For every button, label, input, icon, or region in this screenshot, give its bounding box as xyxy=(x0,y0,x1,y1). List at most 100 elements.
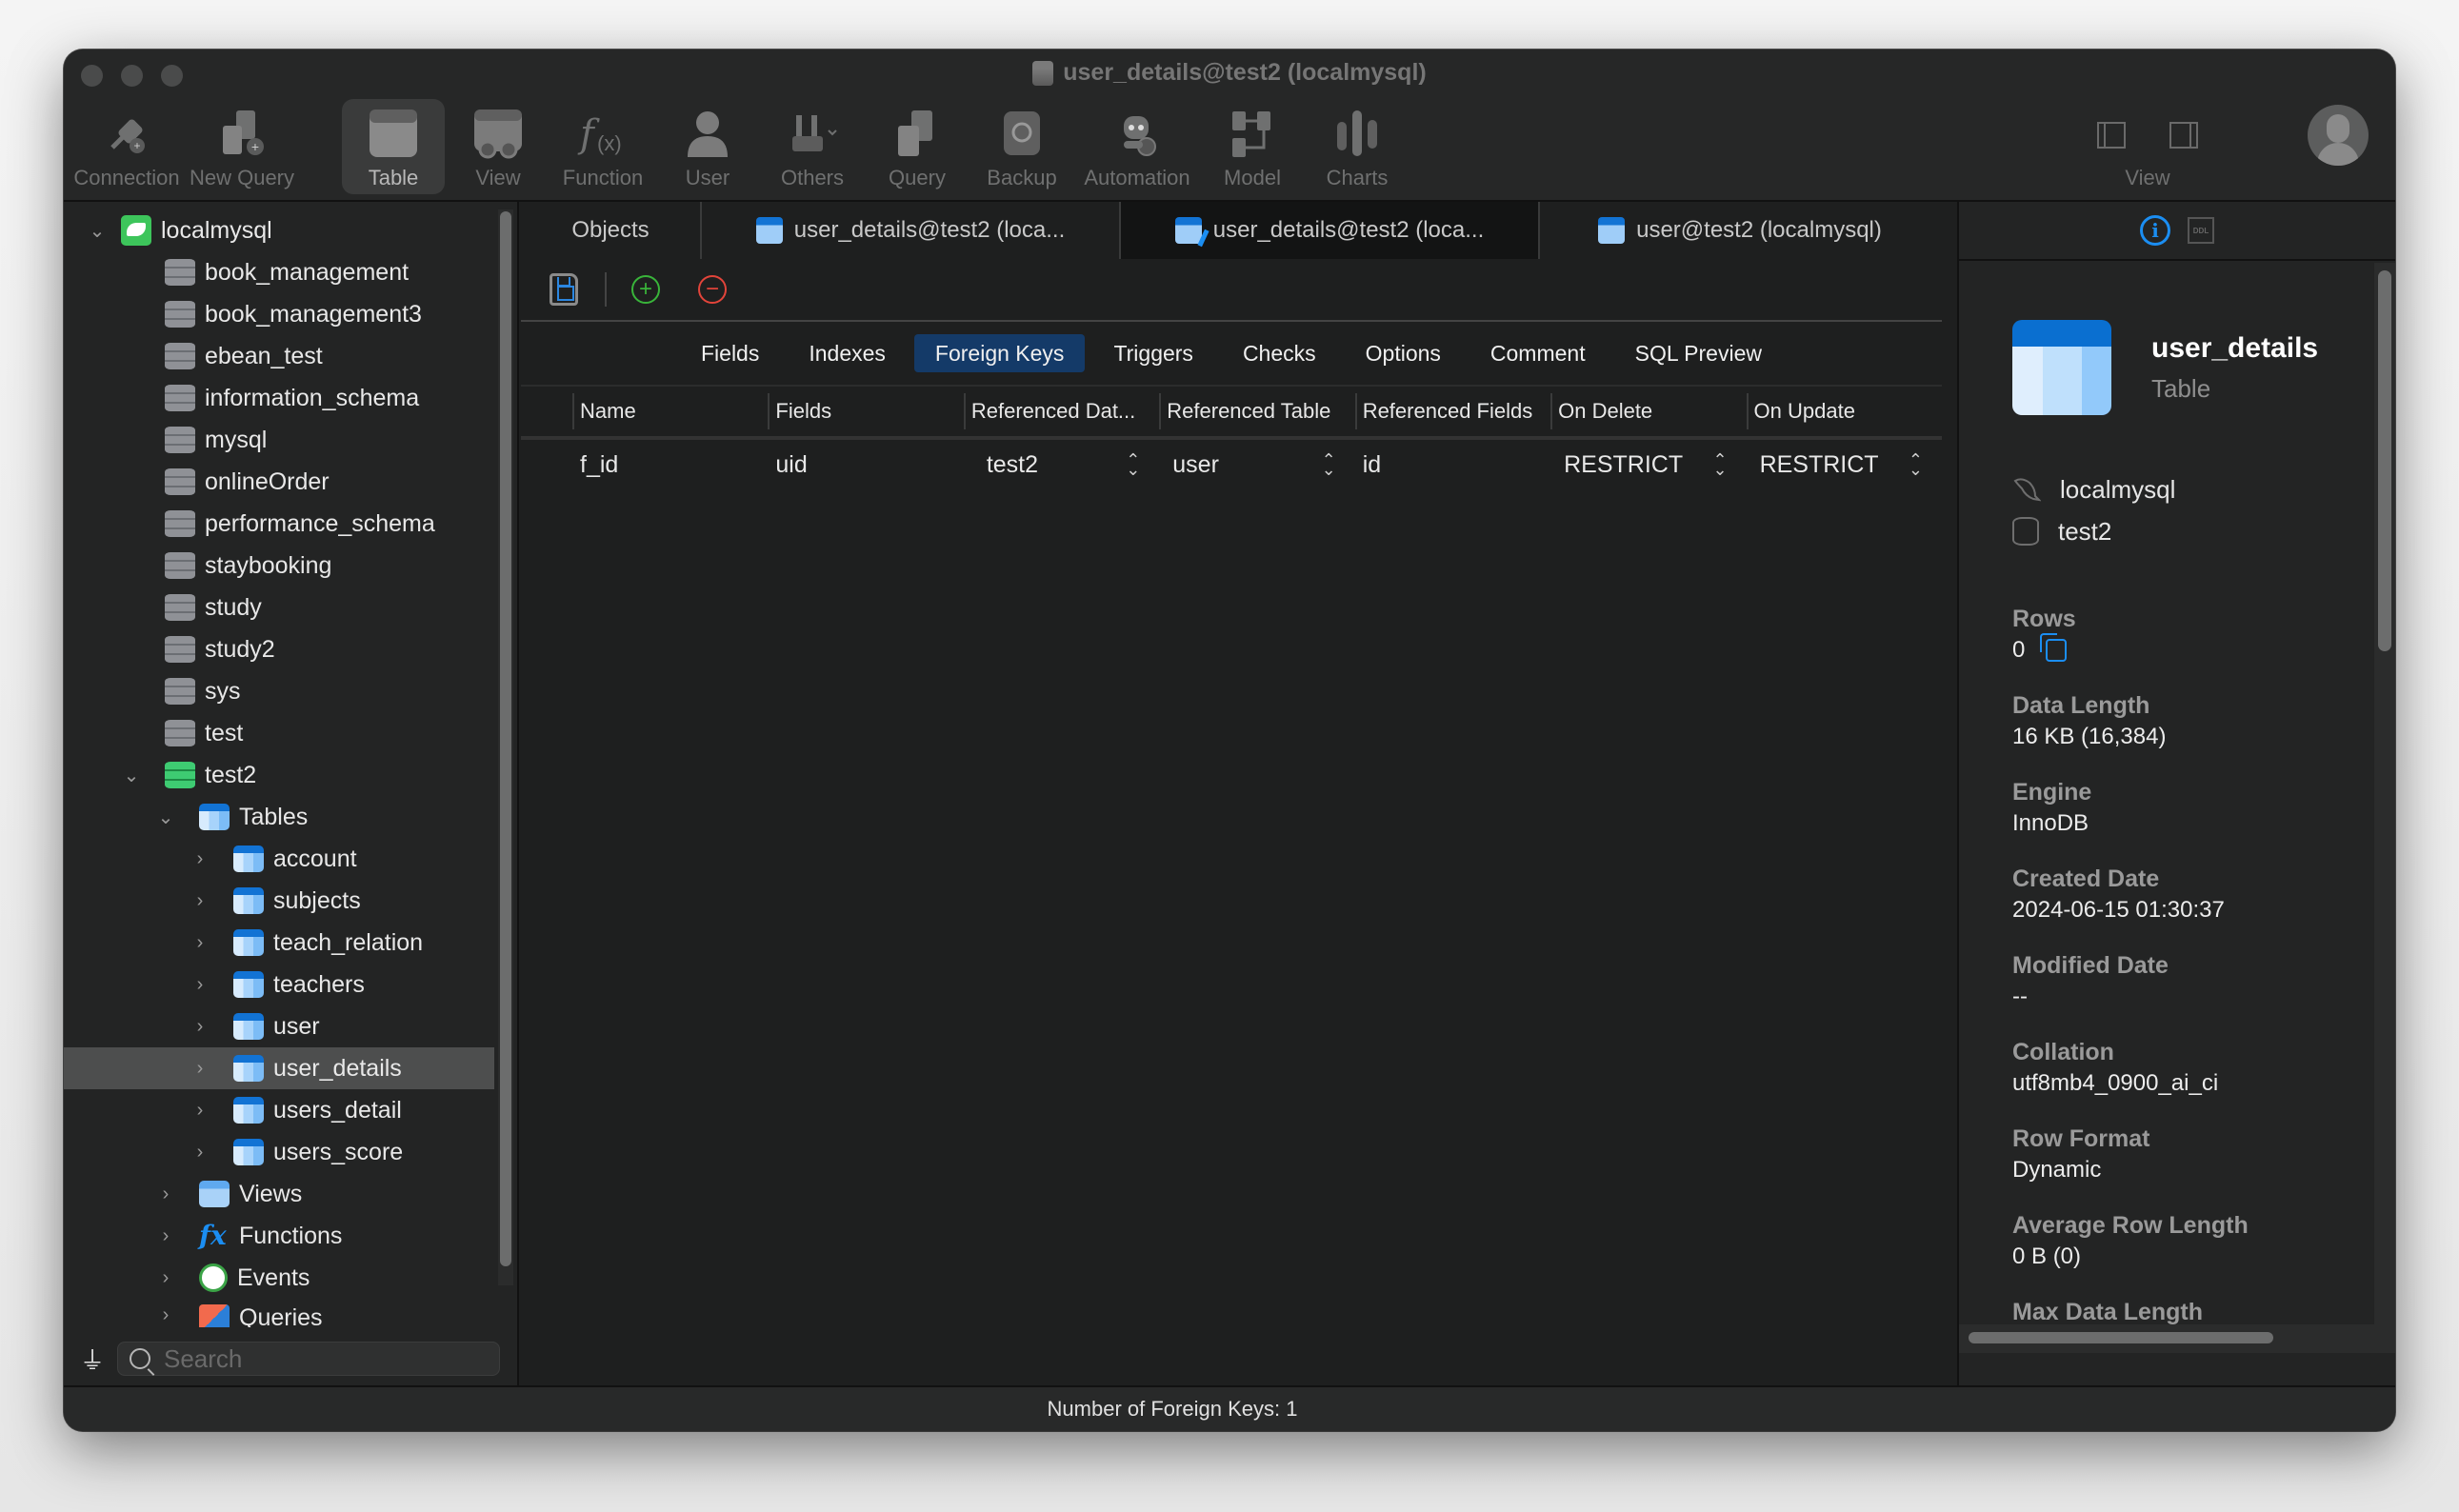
info-icon[interactable]: i xyxy=(2140,215,2170,246)
add-foreign-key-button[interactable]: + xyxy=(631,275,660,304)
subtab-fields[interactable]: Fields xyxy=(680,334,780,372)
connection-filter-icon[interactable]: ⏚ xyxy=(73,1340,111,1378)
table-row[interactable]: f_id uid test2 ⌃ ⌄ user ⌃ ⌄ id RESTRICT ⌃ ⌄ RE… xyxy=(521,440,1942,489)
tab-user-details-design[interactable]: user_details@test2 (loca... xyxy=(1121,202,1540,259)
tree-table[interactable]: › user xyxy=(64,1005,494,1047)
tree-database[interactable]: staybooking xyxy=(64,545,494,587)
tree-table[interactable]: › teachers xyxy=(64,964,494,1005)
toolbar-table-button[interactable]: Table xyxy=(342,99,445,194)
tree-table[interactable]: › teach_relation xyxy=(64,922,494,964)
subtab-sql-preview[interactable]: SQL Preview xyxy=(1614,334,1783,372)
cell-fields[interactable]: uid xyxy=(768,451,963,479)
toolbar-others-button[interactable]: Others xyxy=(761,99,864,194)
tree-database[interactable]: sys xyxy=(64,670,494,712)
chevron-right-icon[interactable]: › xyxy=(155,1225,176,1246)
tree-events-group[interactable]: › Events xyxy=(64,1257,494,1299)
tree-database[interactable]: performance_schema xyxy=(64,503,494,545)
sidebar-scrollbar-thumb[interactable] xyxy=(500,211,511,1266)
tree-table-selected[interactable]: › user_details xyxy=(64,1047,494,1089)
chevron-right-icon[interactable]: › xyxy=(190,848,210,869)
info-panel-horizontal-scrollbar-thumb[interactable] xyxy=(1969,1332,2273,1343)
sidebar-search-input[interactable] xyxy=(164,1343,469,1374)
chevron-down-icon[interactable]: ⌄ xyxy=(87,220,108,242)
info-panel-vertical-scrollbar[interactable] xyxy=(2374,263,2395,1324)
toolbar-automation-button[interactable]: Automation xyxy=(1075,99,1199,194)
chevron-right-icon[interactable]: › xyxy=(190,932,210,953)
chevron-right-icon[interactable]: › xyxy=(190,890,210,911)
chevron-right-icon[interactable]: › xyxy=(155,1267,176,1288)
chevron-right-icon[interactable]: › xyxy=(190,1058,210,1079)
tree-queries-group[interactable]: › Queries xyxy=(64,1299,494,1327)
subtab-comment[interactable]: Comment xyxy=(1469,334,1607,372)
column-header-on-update[interactable]: On Update xyxy=(1746,393,1942,429)
ddl-icon[interactable]: DDL xyxy=(2188,217,2214,244)
cell-referenced-fields[interactable]: id xyxy=(1355,451,1550,479)
tree-connection-localmysql[interactable]: ⌄ localmysql xyxy=(64,209,494,251)
tab-user-details-1[interactable]: user_details@test2 (loca... xyxy=(702,202,1121,259)
column-header-referenced-fields[interactable]: Referenced Fields xyxy=(1354,393,1550,429)
chevron-right-icon[interactable]: › xyxy=(190,1100,210,1121)
toolbar-function-button[interactable]: f (x) Function xyxy=(551,99,654,194)
cell-referenced-database-select[interactable]: test2 ⌃ ⌄ xyxy=(964,451,1159,479)
subtab-checks[interactable]: Checks xyxy=(1222,334,1337,372)
toolbar-new-query-button[interactable]: + New Query xyxy=(180,99,304,194)
database-icon xyxy=(165,720,195,746)
subtab-options[interactable]: Options xyxy=(1345,334,1462,372)
tree-database[interactable]: test xyxy=(64,712,494,754)
tree-database[interactable]: information_schema xyxy=(64,377,494,419)
toggle-right-panel-icon[interactable] xyxy=(2169,122,2198,149)
cell-on-delete-select[interactable]: RESTRICT ⌃ ⌄ xyxy=(1550,451,1746,479)
column-header-on-delete[interactable]: On Delete xyxy=(1550,393,1746,429)
info-panel-vertical-scrollbar-thumb[interactable] xyxy=(2378,270,2391,651)
tree-database[interactable]: book_management3 xyxy=(64,293,494,335)
subtab-indexes[interactable]: Indexes xyxy=(788,334,907,372)
sidebar-scrollbar[interactable] xyxy=(498,209,513,1285)
tree-database[interactable]: study2 xyxy=(64,628,494,670)
copy-icon[interactable] xyxy=(2040,633,2068,662)
tree-functions-group[interactable]: › fx Functions xyxy=(64,1215,494,1257)
toolbar-backup-button[interactable]: Backup xyxy=(970,99,1073,194)
cell-on-update-select[interactable]: RESTRICT ⌃ ⌄ xyxy=(1747,451,1942,479)
tree-table[interactable]: › users_detail xyxy=(64,1089,494,1131)
column-header-referenced-database[interactable]: Referenced Dat... xyxy=(963,393,1159,429)
chevron-right-icon[interactable]: › xyxy=(190,1016,210,1037)
cell-referenced-table-select[interactable]: user ⌃ ⌄ xyxy=(1159,451,1354,479)
tab-objects[interactable]: Objects xyxy=(521,202,702,259)
cell-name[interactable]: f_id xyxy=(572,451,768,479)
subtab-triggers[interactable]: Triggers xyxy=(1092,334,1214,372)
column-header-referenced-table[interactable]: Referenced Table xyxy=(1159,393,1354,429)
toolbar-view-button[interactable]: View xyxy=(447,99,550,194)
tree-database[interactable]: onlineOrder xyxy=(64,461,494,503)
info-panel-horizontal-scrollbar[interactable] xyxy=(1959,1324,2395,1353)
remove-foreign-key-button[interactable]: − xyxy=(698,275,727,304)
tree-table[interactable]: › subjects xyxy=(64,880,494,922)
chevron-right-icon[interactable]: › xyxy=(155,1304,176,1325)
tree-database[interactable]: book_management xyxy=(64,251,494,293)
tree-table[interactable]: › users_score xyxy=(64,1131,494,1173)
sidebar-search[interactable] xyxy=(117,1342,500,1376)
column-header-name[interactable]: Name xyxy=(572,393,768,429)
toolbar-charts-button[interactable]: Charts xyxy=(1306,99,1409,194)
tab-user[interactable]: user@test2 (localmysql) xyxy=(1540,202,1940,259)
toolbar-connection-button[interactable]: + Connection xyxy=(73,99,180,194)
save-icon[interactable] xyxy=(550,273,578,306)
subtab-foreign-keys[interactable]: Foreign Keys xyxy=(913,334,1086,372)
toggle-left-panel-icon[interactable] xyxy=(2097,122,2126,149)
chevron-right-icon[interactable]: › xyxy=(155,1184,176,1204)
chevron-down-icon[interactable]: ⌄ xyxy=(121,765,142,786)
chevron-right-icon[interactable]: › xyxy=(190,1142,210,1163)
tree-database[interactable]: mysql xyxy=(64,419,494,461)
tree-tables-group[interactable]: ⌄ Tables xyxy=(64,796,494,838)
tree-database[interactable]: ebean_test xyxy=(64,335,494,377)
tree-database[interactable]: study xyxy=(64,587,494,628)
tree-views-group[interactable]: › Views xyxy=(64,1173,494,1215)
chevron-down-icon[interactable]: ⌄ xyxy=(155,806,176,828)
tree-database-test2[interactable]: ⌄ test2 xyxy=(64,754,494,796)
user-avatar[interactable] xyxy=(2308,105,2369,166)
toolbar-model-button[interactable]: Model xyxy=(1201,99,1304,194)
toolbar-user-button[interactable]: User xyxy=(656,99,759,194)
chevron-right-icon[interactable]: › xyxy=(190,974,210,995)
tree-table[interactable]: › account xyxy=(64,838,494,880)
toolbar-query-button[interactable]: Query xyxy=(866,99,969,194)
column-header-fields[interactable]: Fields xyxy=(768,393,963,429)
